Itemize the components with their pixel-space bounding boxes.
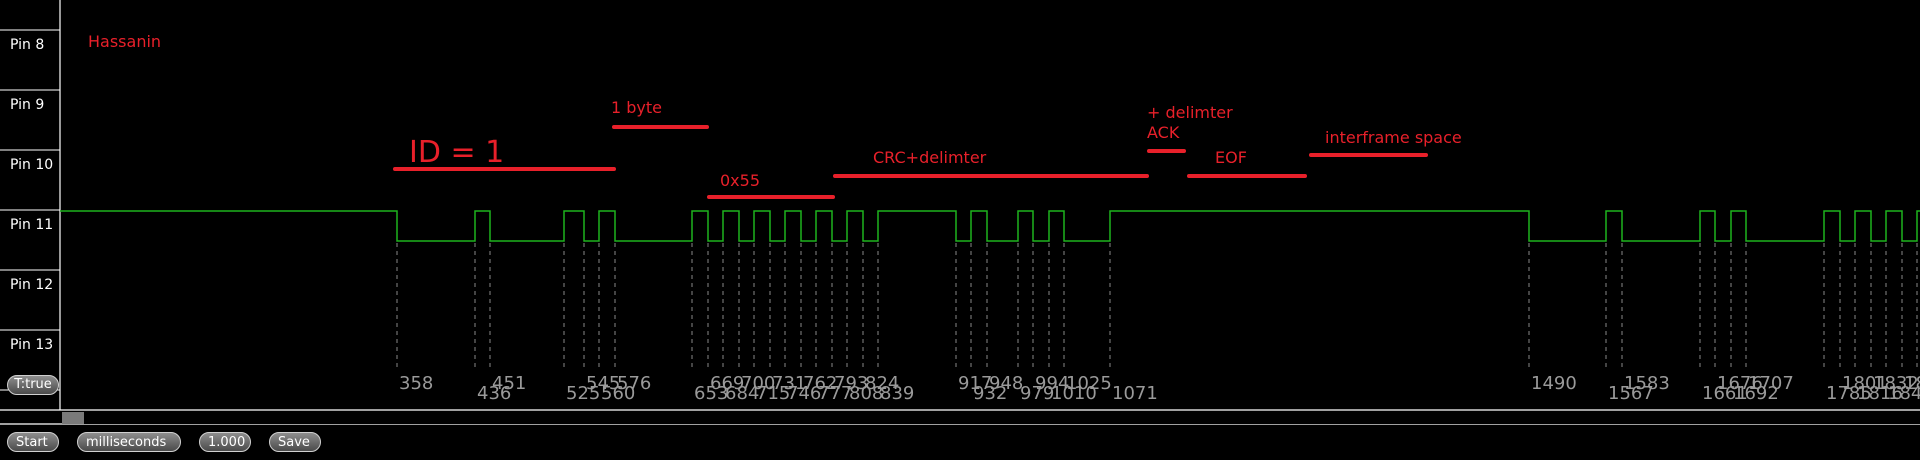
edge-time-label: 1025 [1066, 373, 1112, 394]
trigger-button[interactable]: T:true [7, 375, 59, 395]
time-unit-select[interactable]: milliseconds [77, 432, 181, 452]
pin-label: Pin 11 [10, 217, 53, 233]
edge-time-label: 1490 [1531, 373, 1577, 394]
pin-label: Pin 9 [10, 97, 44, 113]
scale-field[interactable]: 1.000 [199, 432, 251, 452]
edge-time-label: 576 [617, 373, 651, 394]
interframe-space-label: interframe space [1325, 128, 1462, 147]
edge-time-label: 358 [399, 373, 433, 394]
edge-time-label: 1707 [1748, 373, 1794, 394]
logic-analyzer-plot: Pin 8Pin 9Pin 10Pin 11Pin 12Pin 13358 436… [0, 0, 1920, 425]
pin-label: Pin 12 [10, 277, 53, 293]
author-note: Hassanin [88, 32, 161, 51]
edge-time-label: 948 [989, 373, 1023, 394]
edge-time-label: 1863 [1904, 373, 1920, 394]
id-field-label: ID = 1 [409, 135, 504, 170]
logic-analyzer-window: Pin 8 Pin 9 Pin 10 Pin 11 Pin 12 Pin 13 358 436… [0, 0, 1920, 460]
pin-label: Pin 10 [10, 157, 53, 173]
edge-time-label: 839 [880, 383, 914, 404]
ack-delimiter-label: + delimter [1147, 103, 1233, 122]
0x55-label: 0x55 [720, 171, 760, 190]
pin-11-waveform [60, 210, 1920, 242]
pin-label: Pin 13 [10, 337, 53, 353]
start-button[interactable]: Start [7, 432, 59, 452]
crc-delimiter-label: CRC+delimter [873, 148, 987, 167]
one-byte-label: 1 byte [611, 98, 662, 117]
horizontal-scrollbar[interactable] [62, 412, 1920, 424]
eof-label: EOF [1215, 148, 1247, 167]
save-button[interactable]: Save [269, 432, 321, 452]
edge-time-label: 451 [492, 373, 526, 394]
ack-label: ACK [1147, 123, 1180, 142]
pin-label: Pin 8 [10, 37, 44, 53]
edge-time-label: 1071 [1112, 383, 1158, 404]
scrollbar-thumb[interactable] [62, 412, 84, 424]
edge-time-label: 1583 [1624, 373, 1670, 394]
